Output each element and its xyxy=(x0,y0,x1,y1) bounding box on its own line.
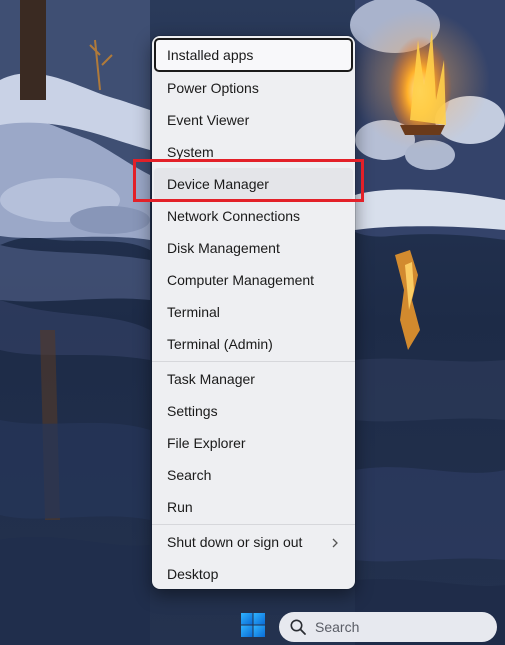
menu-item-device-manager[interactable]: Device Manager xyxy=(154,168,353,200)
menu-item-installed-apps[interactable]: Installed apps xyxy=(154,38,353,72)
menu-item-terminal[interactable]: Terminal xyxy=(154,296,353,328)
menu-item-task-manager[interactable]: Task Manager xyxy=(154,363,353,395)
menu-item-label: File Explorer xyxy=(167,435,246,451)
menu-item-label: Installed apps xyxy=(167,47,254,63)
quick-link-menu: Installed apps Power Options Event Viewe… xyxy=(152,36,355,589)
menu-item-label: Search xyxy=(167,467,212,483)
menu-item-label: Disk Management xyxy=(167,240,280,256)
menu-item-system[interactable]: System xyxy=(154,136,353,168)
menu-item-label: Power Options xyxy=(167,80,259,96)
search-icon xyxy=(290,619,306,635)
menu-separator xyxy=(152,524,355,525)
menu-item-shut-down-or-sign-out[interactable]: Shut down or sign out xyxy=(154,526,353,558)
chevron-right-icon xyxy=(331,526,339,558)
menu-item-label: Event Viewer xyxy=(167,112,250,128)
windows-logo-icon xyxy=(241,613,265,637)
menu-item-file-explorer[interactable]: File Explorer xyxy=(154,427,353,459)
menu-item-label: Terminal xyxy=(167,304,220,320)
menu-item-desktop[interactable]: Desktop xyxy=(154,558,353,590)
menu-item-label: Task Manager xyxy=(167,371,255,387)
start-button[interactable] xyxy=(240,612,266,638)
menu-item-label: Network Connections xyxy=(167,208,301,224)
menu-item-settings[interactable]: Settings xyxy=(154,395,353,427)
menu-item-computer-management[interactable]: Computer Management xyxy=(154,264,353,296)
menu-item-label: Terminal (Admin) xyxy=(167,336,273,352)
menu-item-label: Device Manager xyxy=(167,176,269,192)
menu-item-event-viewer[interactable]: Event Viewer xyxy=(154,104,353,136)
menu-item-label: System xyxy=(167,144,214,160)
menu-item-label: Settings xyxy=(167,403,218,419)
menu-item-label: Shut down or sign out xyxy=(167,534,303,550)
menu-item-label: Run xyxy=(167,499,193,515)
menu-item-run[interactable]: Run xyxy=(154,491,353,523)
menu-item-label: Computer Management xyxy=(167,272,315,288)
menu-item-disk-management[interactable]: Disk Management xyxy=(154,232,353,264)
taskbar-search-box[interactable]: Search xyxy=(279,612,497,642)
search-placeholder: Search xyxy=(315,619,360,635)
menu-item-network-connections[interactable]: Network Connections xyxy=(154,200,353,232)
menu-item-search[interactable]: Search xyxy=(154,459,353,491)
menu-item-label: Desktop xyxy=(167,566,219,582)
menu-item-power-options[interactable]: Power Options xyxy=(154,72,353,104)
menu-item-terminal-admin[interactable]: Terminal (Admin) xyxy=(154,328,353,360)
menu-separator xyxy=(152,361,355,362)
